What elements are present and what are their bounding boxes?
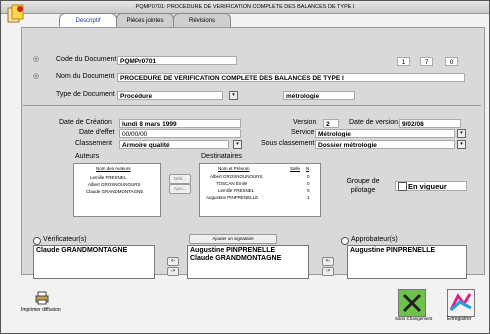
effect-date-label: Date d'effet — [79, 129, 115, 136]
code-gear-icon: ◎ — [33, 56, 40, 63]
signataires-box[interactable]: Augustine PINPRENELLE Claude GRANDMONTAG… — [187, 245, 309, 279]
approbateur-radio[interactable] — [341, 237, 349, 245]
verificateurs-box[interactable]: Claude GRANDMONTAGNE — [33, 245, 155, 279]
approbateurs-box[interactable]: Augustine PINPRENELLE — [347, 245, 467, 279]
list-item-n: 0 — [307, 181, 310, 186]
tab-pieces-jointes[interactable]: Pièces jointes — [116, 13, 174, 28]
type-field[interactable]: Procédure — [117, 91, 223, 100]
service-dropdown-button[interactable]: ▾ — [457, 129, 466, 138]
auteurs-list[interactable]: Nom des Auteurs Lemille FRESNEL Albert G… — [73, 163, 161, 217]
arrow-right-button[interactable]: -> — [322, 267, 334, 276]
cancel-button-label: Sans Changement — [395, 316, 433, 321]
type-label: Type de Document — [56, 91, 115, 98]
list-item[interactable]: Augustine PINPRENELLE — [350, 247, 435, 254]
name-gear-icon: ◎ — [33, 73, 40, 80]
printer-icon[interactable] — [35, 291, 49, 305]
name-field[interactable]: PROCEDURE DE VERIFICATION COMPLETE DES B… — [117, 73, 465, 82]
list-item[interactable]: Lemille FRESNEL — [90, 175, 126, 180]
remove-button[interactable]: Détr... — [169, 174, 191, 184]
tab-revisions[interactable]: Révisions — [173, 13, 231, 28]
save-icon[interactable] — [447, 289, 475, 317]
auteurs-header: Nom des Auteurs — [96, 166, 131, 171]
cancel-x-icon[interactable] — [398, 289, 426, 317]
version-date-label: Date de version — [349, 119, 399, 126]
tab-descriptif[interactable]: Descriptif — [59, 13, 117, 28]
list-item[interactable]: Augustine PINPRENELLE — [190, 247, 275, 254]
code-field[interactable]: PQMPr0701 — [117, 56, 237, 65]
list-item[interactable]: Claude GRANDMONTAGNE — [190, 255, 281, 262]
list-item[interactable]: TOSCAN Émile — [216, 181, 247, 186]
sous-classement-dropdown-button[interactable]: ▾ — [457, 140, 466, 149]
number-field-2[interactable]: 7 — [420, 57, 433, 66]
list-item[interactable]: Augustine PINPRENELLE — [206, 195, 258, 200]
version-label: Version — [293, 119, 317, 126]
service-field[interactable]: Métrologie — [315, 129, 455, 138]
number-field-1[interactable]: 1 — [397, 57, 410, 66]
classement-label: Classement — [75, 140, 112, 147]
verificateur-radio[interactable] — [33, 237, 41, 245]
code-label: Code du Document — [56, 56, 117, 63]
effect-date-field[interactable]: 00/00/00 — [119, 129, 241, 138]
section-divider — [23, 105, 481, 106]
list-item-n: 1 — [307, 195, 310, 200]
destinataires-title: Destinataires — [201, 153, 242, 160]
number-field-3[interactable]: 0 — [445, 57, 458, 66]
auteurs-title: Auteurs — [75, 153, 100, 160]
version-date-field[interactable]: 9/02/08 — [399, 119, 461, 128]
destinataires-list[interactable]: Nom et Prénom Salle N Albert GROSNOUNOUR… — [199, 163, 321, 217]
name-label: Nom du Document — [56, 73, 115, 80]
classement-dropdown-button[interactable]: ▾ — [233, 140, 242, 149]
verificateur-label: Vérificateur(s) — [43, 236, 87, 243]
add-signataire-button[interactable]: Ajouter un signataire — [189, 234, 277, 244]
version-field[interactable]: 2 — [323, 119, 339, 128]
print-diffusion-label: Imprimer diffusion — [21, 307, 61, 313]
add-button[interactable]: Ajou... — [169, 184, 191, 194]
creation-date-field[interactable]: lundi 8 mars 1999 — [119, 119, 241, 128]
arrow-left-button[interactable]: <- — [167, 257, 179, 266]
save-button-label: Enregistrer — [447, 316, 472, 322]
arrow-right-button[interactable]: -> — [167, 267, 179, 276]
approbateur-label: Approbateur(s) — [351, 236, 398, 243]
sous-classement-label: Sous classement — [261, 140, 315, 147]
arrow-left-button[interactable]: <- — [322, 257, 334, 266]
document-window: PQMP0701: PROCEDURE DE VERIFICATION COMP… — [0, 0, 490, 334]
list-item[interactable]: Lemille FRESNEL — [218, 188, 254, 193]
en-vigueur-checkbox[interactable] — [398, 182, 407, 191]
list-item-n: 0 — [307, 174, 310, 179]
dest-header-salle: Salle — [290, 166, 301, 171]
type-secondary-field[interactable]: métrologie — [283, 91, 355, 100]
service-label: Service — [291, 129, 315, 136]
app-logo-icon — [7, 4, 24, 23]
creation-date-label: Date de Création — [59, 119, 112, 126]
list-item[interactable]: Claude GRANDMONTAGNE — [86, 189, 143, 194]
list-item[interactable]: Albert GROSNOUNOURS — [210, 174, 263, 179]
list-item-n: 0 — [307, 188, 310, 193]
list-item[interactable]: Claude GRANDMONTAGNE — [36, 247, 127, 254]
classement-field[interactable]: Armoire qualité — [119, 140, 229, 149]
dest-header-name: Nom et Prénom — [218, 166, 250, 171]
pilotage-label: Groupe de pilotage — [346, 178, 380, 194]
type-dropdown-button[interactable]: ▾ — [229, 91, 238, 100]
list-item[interactable]: Albert GROSNOUNOURS — [88, 182, 141, 187]
dest-header-n: N — [306, 166, 310, 171]
sous-classement-field[interactable]: Dossier métrologie — [315, 140, 455, 149]
